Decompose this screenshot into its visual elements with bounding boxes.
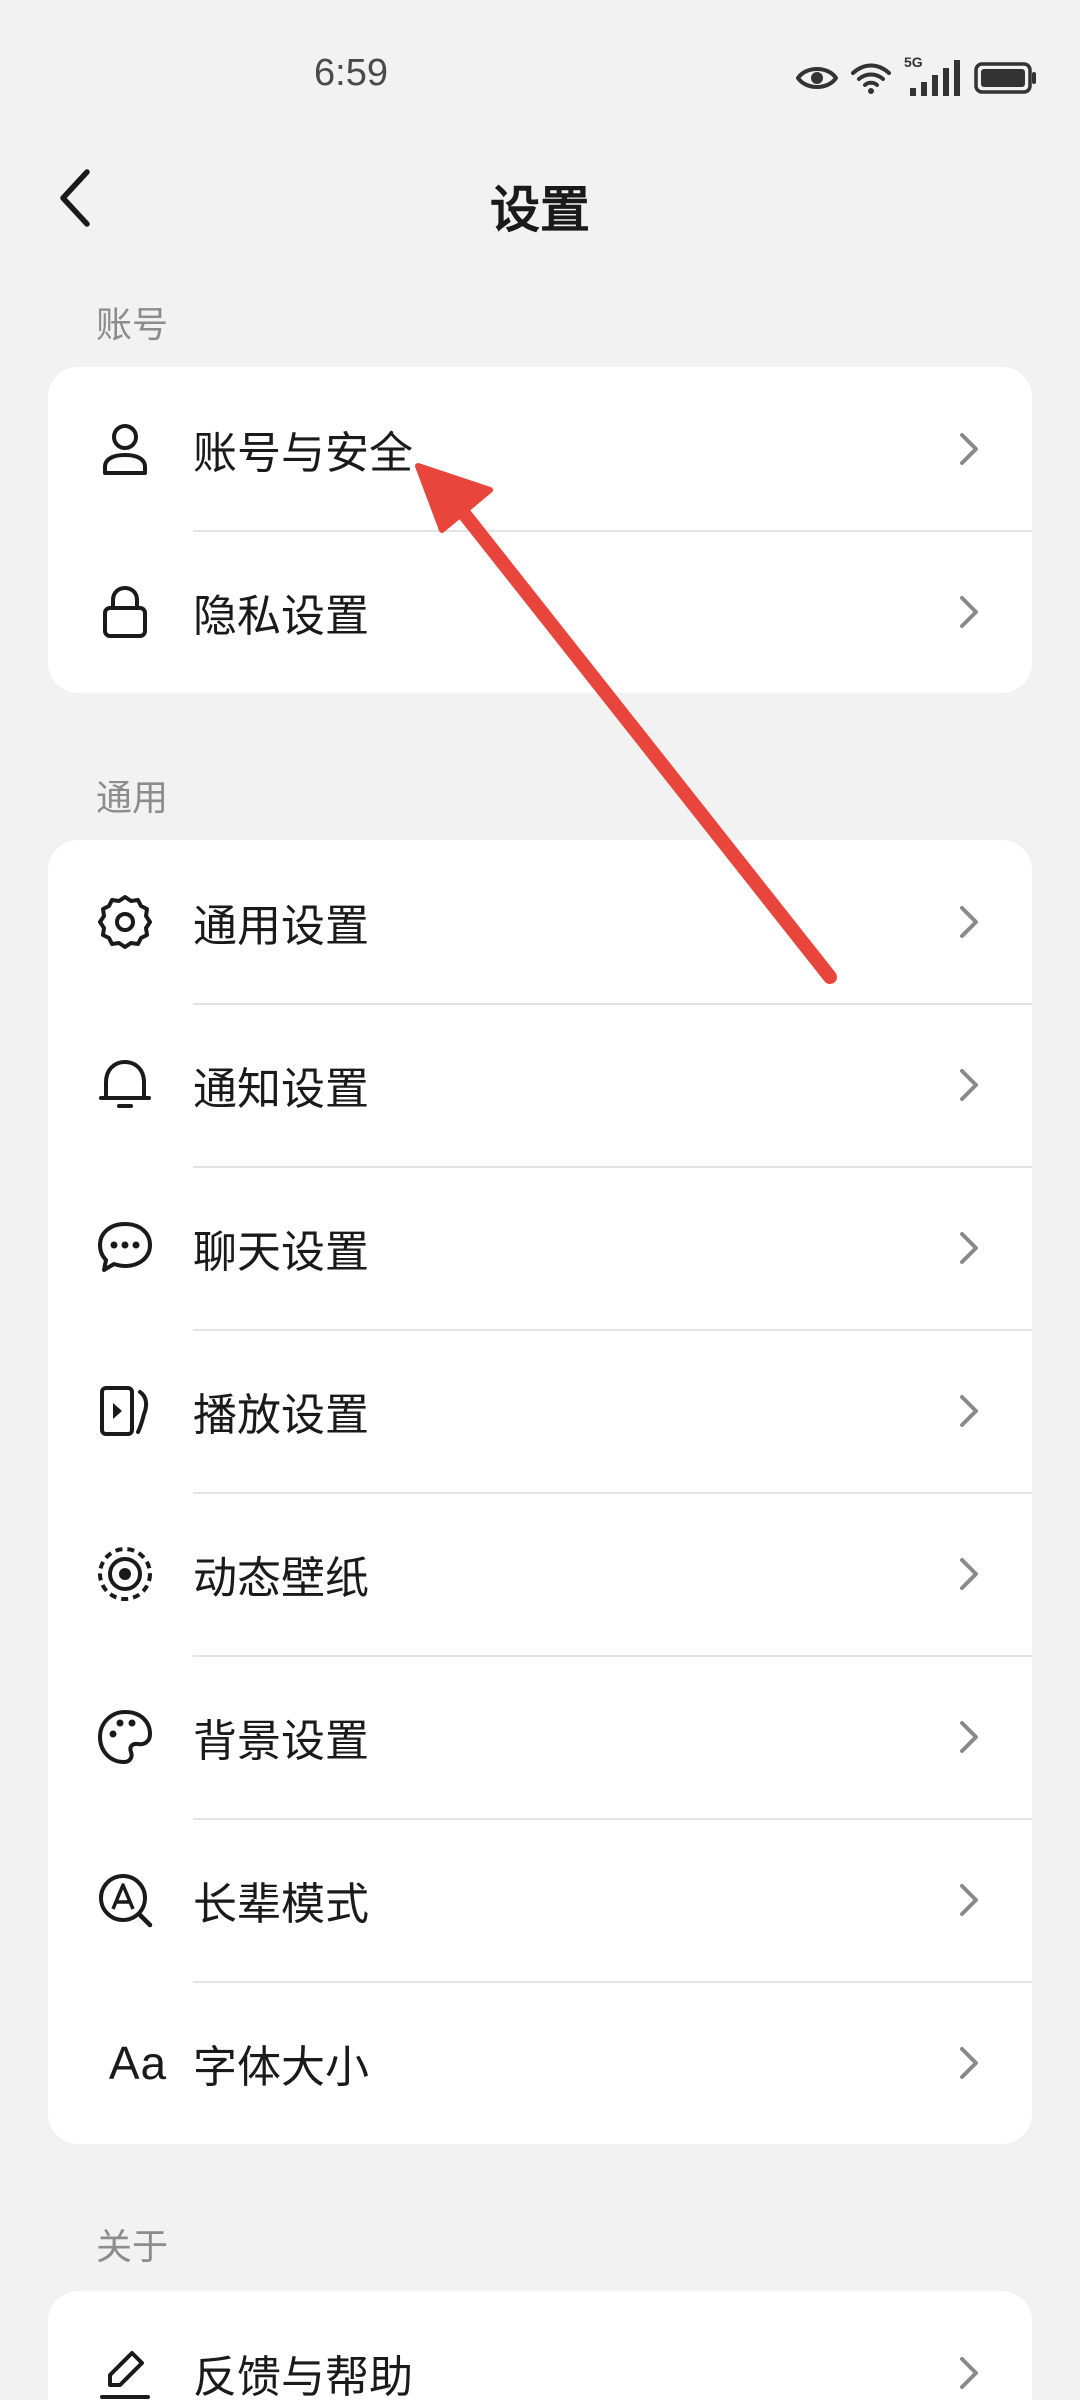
user-icon <box>94 418 156 480</box>
page-title: 设置 <box>490 181 590 239</box>
row-label: 账号与安全 <box>193 427 413 479</box>
settings-row-font-size[interactable]: Aa 字体大小 <box>48 1981 1032 2144</box>
chevron-right-icon <box>960 1557 978 1590</box>
row-label: 动态壁纸 <box>193 1552 369 1604</box>
chat-bubble-icon <box>94 1217 156 1279</box>
settings-row-general[interactable]: 通用设置 <box>48 840 1032 1003</box>
chevron-right-icon <box>960 2356 978 2389</box>
elder-mode-icon <box>94 1869 156 1931</box>
settings-row-live-wallpaper[interactable]: 动态壁纸 <box>48 1492 1032 1655</box>
chevron-right-icon <box>960 1068 978 1101</box>
status-bar: 6:59 5G <box>0 0 1080 160</box>
status-time: 6:59 <box>314 52 388 94</box>
section-label-general: 通用 <box>96 778 169 819</box>
section-label-about: 关于 <box>96 2227 169 2268</box>
about-card: 反馈与帮助 <box>48 2291 1032 2400</box>
signal-5g-icon: 5G <box>904 54 962 98</box>
section-label-account: 账号 <box>96 305 169 346</box>
settings-row-playback[interactable]: 播放设置 <box>48 1329 1032 1492</box>
bell-icon <box>94 1054 156 1116</box>
wifi-icon <box>850 61 892 95</box>
row-label: 长辈模式 <box>193 1878 369 1930</box>
battery-icon <box>974 62 1038 94</box>
row-label: 字体大小 <box>193 2041 369 2093</box>
account-card: 账号与安全 隐私设置 <box>48 367 1032 693</box>
live-wallpaper-icon <box>94 1543 156 1605</box>
general-card: 通用设置 通知设置 聊天设置 播放设置 动态壁纸 背景设置 长辈模式 Aa 字体… <box>48 840 1032 2144</box>
settings-row-account-security[interactable]: 账号与安全 <box>48 367 1032 530</box>
chevron-right-icon <box>960 1394 978 1427</box>
chevron-right-icon <box>960 1720 978 1753</box>
settings-row-feedback[interactable]: 反馈与帮助 <box>48 2291 1032 2400</box>
chevron-right-icon <box>960 432 978 465</box>
font-size-icon-text: Aa <box>108 2036 168 2089</box>
chevron-right-icon <box>960 1231 978 1264</box>
status-icons: 5G <box>796 54 1038 100</box>
settings-row-notification[interactable]: 通知设置 <box>48 1003 1032 1166</box>
settings-row-privacy[interactable]: 隐私设置 <box>48 530 1032 693</box>
chevron-right-icon <box>960 905 978 938</box>
row-label: 聊天设置 <box>193 1226 369 1278</box>
palette-icon <box>94 1706 156 1768</box>
play-icon <box>94 1380 156 1442</box>
row-label: 背景设置 <box>193 1715 369 1767</box>
chevron-right-icon <box>960 595 978 628</box>
settings-row-chat[interactable]: 聊天设置 <box>48 1166 1032 1329</box>
settings-row-elder-mode[interactable]: 长辈模式 <box>48 1818 1032 1981</box>
eye-icon <box>796 63 838 93</box>
row-label: 播放设置 <box>193 1389 369 1441</box>
chevron-right-icon <box>960 1883 978 1916</box>
row-label: 通用设置 <box>193 900 369 952</box>
nav-bar: 设置 <box>0 150 1080 250</box>
font-size-icon: Aa <box>98 2032 178 2094</box>
edit-pen-icon <box>94 2342 156 2400</box>
chevron-right-icon <box>960 2046 978 2079</box>
settings-row-background[interactable]: 背景设置 <box>48 1655 1032 1818</box>
row-label: 隐私设置 <box>193 590 369 642</box>
row-label: 反馈与帮助 <box>193 2351 413 2400</box>
lock-icon <box>94 581 156 643</box>
row-label: 通知设置 <box>193 1063 369 1115</box>
gear-icon <box>94 891 156 953</box>
